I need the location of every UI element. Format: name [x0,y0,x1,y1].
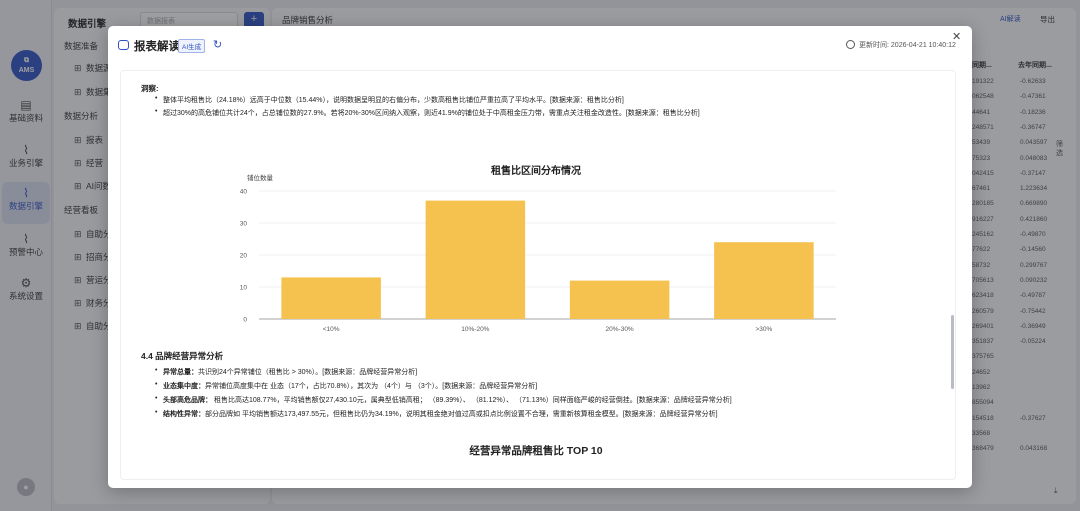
section-heading: 4.4 品牌经营异常分析 [141,351,224,361]
x-tick-label: >30% [755,326,772,333]
chart-bar [569,280,670,319]
anomaly-text: 部分品牌如 平均销售额达173,497.55元，但租售比仍为34.19%，说明其… [205,411,718,418]
anomaly-text: 异常铺位高度集中在 业态（17个，占比70.8%），其次为 （4个）与 （3个）… [205,383,538,390]
content-scrollbar[interactable] [951,71,955,479]
anomaly-text: 共识别24个异常铺位（租售比 > 30%）。[数据来源：品牌经营异常分析] [198,369,418,376]
chart-bar [425,200,526,319]
report-icon [118,40,129,50]
dialog-title: 报表解读 [134,41,180,53]
anomaly-title: 异常总量： [163,369,198,376]
anomaly-item: 异常总量：共识别24个异常铺位（租售比 > 30%）。[数据来源：品牌经营异常分… [155,367,418,377]
anomaly-text: 租售比高达108.77%，平均销售额仅27,430.10元，属典型低销高租； （… [212,397,732,404]
update-time-value: 2026-04-21 10:40:12 [890,42,956,49]
ai-generated-badge: AI生成 [178,39,206,53]
update-time: 更新时间: 2026-04-21 10:40:12 [859,40,956,50]
y-tick-label: 10 [240,285,248,292]
report-content: 洞察: 整体平均租售比（24.18%）远高于中位数（15.44%），说明数据呈明… [120,70,956,480]
scrollbar-thumb[interactable] [951,315,954,389]
y-tick-label: 0 [243,317,247,324]
rent-ratio-distribution-chart: 租售比区间分布情况铺位数量 0 10 20 30 40 <10% 10%-20% 20%-30%… [240,164,836,333]
y-tick-label: 40 [240,189,248,196]
x-tick-label: 10%-20% [461,326,489,333]
anomaly-item: 结构性异常：部分品牌如 平均销售额达173,497.55元，但租售比仍为34.1… [155,409,718,419]
anomaly-title: 头部高危品牌： [163,397,212,404]
anomaly-item: 业态集中度：异常铺位高度集中在 业态（17个，占比70.8%），其次为 （4个）… [155,381,538,391]
report-interpretation-dialog: 报表解读 AI生成 ↻ 更新时间: 2026-04-21 10:40:12 ✕ … [108,26,972,488]
x-tick-label: <10% [323,326,340,333]
chart-bar [714,242,814,319]
refresh-icon[interactable]: ↻ [213,38,222,51]
update-time-label: 更新时间: [859,42,889,49]
clock-icon [846,40,855,49]
anomaly-title: 业态集中度： [163,383,205,390]
y-axis-label: 铺位数量 [247,173,274,182]
x-tick-label: 20%-30% [606,326,634,333]
y-tick-label: 20 [240,253,248,260]
anomaly-item: 头部高危品牌： 租售比高达108.77%，平均销售额仅27,430.10元，属典… [155,395,732,405]
chart-title: 租售比区间分布情况 [491,164,581,177]
top10-chart-title: 经营异常品牌租售比 TOP 10 [469,445,603,457]
y-tick-label: 30 [240,221,248,228]
chart-bar [281,277,381,319]
close-icon[interactable]: ✕ [952,30,961,43]
anomaly-title: 结构性异常： [163,411,205,418]
